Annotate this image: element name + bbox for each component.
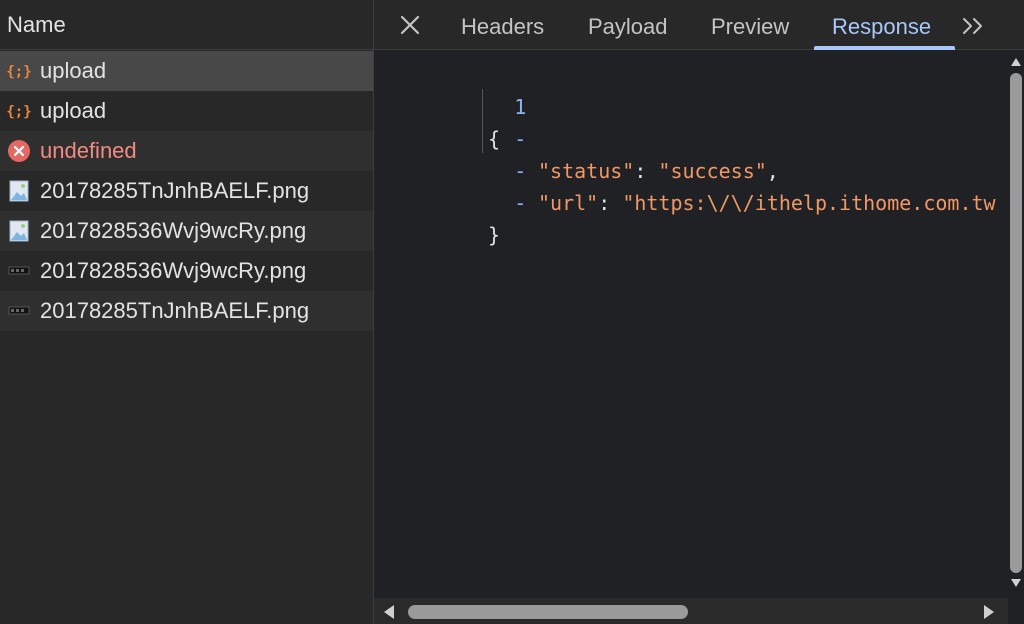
name-column-header[interactable]: Name [0, 0, 373, 50]
image-file-icon [7, 219, 31, 243]
code-text: "status": "success", [538, 155, 779, 187]
error-circle-icon [7, 139, 31, 163]
name-column-label: Name [7, 11, 66, 37]
request-row-image-4[interactable]: 20178285TnJnhBAELF.png [0, 291, 373, 331]
request-name: 20178285TnJnhBAELF.png [40, 178, 310, 203]
response-viewer[interactable]: 1 { - "status": "success", - "url": "htt… [374, 51, 1008, 598]
scrollbar-corner [1008, 598, 1024, 624]
json-braces-icon: {;} [7, 99, 31, 123]
scroll-right-arrow-icon[interactable] [984, 605, 994, 619]
fold-marker: - [514, 191, 527, 215]
vertical-scroll-thumb[interactable] [1010, 73, 1022, 573]
json-separator: : [634, 159, 659, 183]
fold-marker: - [514, 127, 527, 151]
request-row-undefined[interactable]: undefined [0, 131, 373, 171]
detail-tab-bar: Headers Payload Preview Response [374, 0, 1024, 50]
svg-text:{;}: {;} [7, 104, 31, 120]
code-line-2: - "status": "success", [374, 91, 779, 183]
code-line-3: - "url": "https:\/\/ithelp.ithome.com.tw [374, 123, 995, 215]
horizontal-scroll-thumb[interactable] [408, 605, 688, 619]
json-braces-icon: {;} [7, 59, 31, 83]
image-thumbnail-icon [7, 259, 31, 283]
requests-panel: Name {;} upload {;} upload undefined 201… [0, 0, 374, 624]
request-row-upload-1[interactable]: {;} upload [0, 51, 373, 91]
tab-headers[interactable]: Headers [461, 0, 544, 50]
json-value: "success" [658, 159, 767, 183]
request-list: {;} upload {;} upload undefined 20178285… [0, 51, 373, 331]
image-thumbnail-icon [7, 299, 31, 323]
svg-text:{;}: {;} [7, 64, 31, 80]
request-name: 2017828536Wvj9wcRy.png [40, 258, 307, 283]
request-row-image-3[interactable]: 2017828536Wvj9wcRy.png [0, 251, 373, 291]
request-row-image-2[interactable]: 2017828536Wvj9wcRy.png [0, 211, 373, 251]
request-row-image-1[interactable]: 20178285TnJnhBAELF.png [0, 171, 373, 211]
code-text: } [488, 219, 500, 251]
vertical-scrollbar[interactable] [1008, 51, 1024, 598]
active-tab-indicator [814, 46, 955, 50]
more-tabs-button[interactable] [959, 12, 987, 40]
json-key: "status" [538, 159, 635, 183]
request-name: upload [40, 98, 107, 123]
close-brace: } [488, 223, 501, 247]
image-file-icon [7, 179, 31, 203]
fold-marker: - [514, 159, 527, 183]
tab-response[interactable]: Response [832, 0, 931, 50]
request-name: 20178285TnJnhBAELF.png [40, 298, 310, 323]
tab-preview[interactable]: Preview [711, 0, 789, 50]
scroll-up-arrow-icon[interactable] [1011, 58, 1021, 66]
tab-payload[interactable]: Payload [588, 0, 668, 50]
code-line-4: - } [374, 155, 526, 247]
request-detail-panel: Headers Payload Preview Response 1 { - "… [374, 0, 1024, 624]
request-name: undefined [40, 138, 137, 163]
scroll-left-arrow-icon[interactable] [384, 605, 394, 619]
json-value: "https:\/\/ithelp.ithome.com.tw [622, 191, 996, 215]
json-key: "url" [538, 191, 599, 215]
scroll-down-arrow-icon[interactable] [1011, 579, 1021, 587]
json-comma: , [766, 159, 779, 183]
request-row-upload-2[interactable]: {;} upload [0, 91, 373, 131]
chevron-double-right-icon [963, 18, 982, 34]
request-name: 2017828536Wvj9wcRy.png [40, 218, 307, 243]
close-detail-button[interactable] [396, 11, 424, 39]
horizontal-scrollbar[interactable] [374, 598, 1008, 624]
code-line-1: 1 { [374, 59, 526, 151]
line-number: 1 [514, 95, 527, 119]
request-name: upload [40, 58, 107, 83]
close-icon [400, 15, 420, 35]
code-text: "url": "https:\/\/ithelp.ithome.com.tw [538, 187, 996, 219]
json-separator: : [598, 191, 623, 215]
